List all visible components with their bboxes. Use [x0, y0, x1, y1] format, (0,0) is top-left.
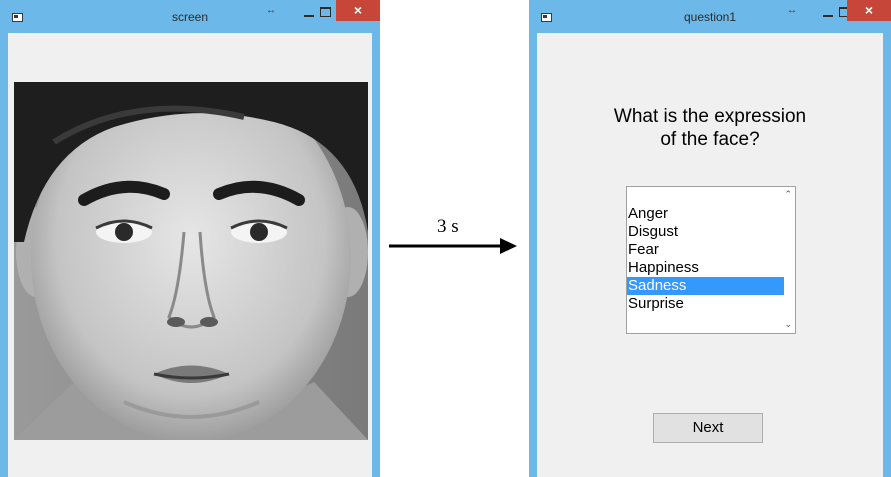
resize-arrows-icon: ↔ — [787, 5, 797, 16]
maximize-button[interactable] — [320, 7, 331, 17]
list-item-anger[interactable]: Anger — [627, 205, 784, 223]
list-item-surprise[interactable]: Surprise — [627, 295, 784, 313]
list-item-disgust[interactable]: Disgust — [627, 223, 784, 241]
question-prompt: What is the expression of the face? — [529, 105, 891, 151]
scroll-down-icon[interactable]: ⌄ — [784, 319, 792, 330]
face-photo — [14, 82, 368, 440]
minimize-button[interactable] — [821, 8, 835, 18]
resize-arrows-icon: ↔ — [266, 5, 276, 16]
list-item-happiness[interactable]: Happiness — [627, 259, 784, 277]
expression-listbox[interactable]: Anger Disgust Fear Happiness Sadness Sur… — [626, 186, 796, 334]
close-button[interactable]: × — [336, 0, 380, 21]
next-button[interactable]: Next — [653, 413, 763, 443]
minimize-button[interactable] — [302, 8, 316, 18]
question-titlebar[interactable]: question1 ↔ × — [529, 0, 891, 33]
close-button[interactable]: × — [847, 0, 891, 21]
question-window-title: question1 — [683, 10, 737, 24]
scroll-up-icon[interactable]: ⌃ — [784, 189, 792, 200]
question-line-1: What is the expression — [613, 106, 807, 127]
screen-titlebar[interactable]: screen ↔ × — [0, 0, 380, 33]
expression-options: Anger Disgust Fear Happiness Sadness Sur… — [627, 205, 784, 313]
question-line-2: of the face? — [660, 129, 760, 150]
list-item-fear[interactable]: Fear — [627, 241, 784, 259]
list-item-sadness[interactable]: Sadness — [627, 277, 784, 295]
transition-arrow-icon — [389, 238, 517, 254]
